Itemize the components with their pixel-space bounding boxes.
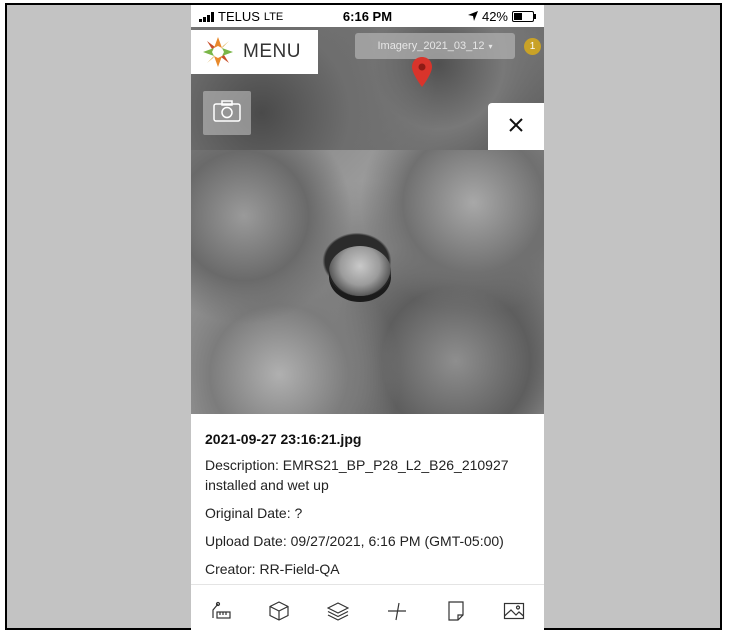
bottom-toolbar — [191, 584, 544, 635]
menu-label: MENU — [243, 41, 301, 62]
camera-icon — [213, 99, 241, 127]
sensor-cap-in-photo — [329, 246, 391, 296]
battery-percent: 42% — [481, 9, 508, 24]
measure-icon[interactable] — [209, 599, 233, 623]
photo-original-date: Original Date: ? — [205, 505, 303, 521]
layers-icon[interactable] — [326, 599, 350, 623]
photo-description: Description: EMRS21_BP_P28_L2_B26_210927… — [205, 457, 509, 493]
photo-upload-date: Upload Date: 09/27/2021, 6:16 PM (GMT-05… — [205, 533, 504, 549]
imagery-dropdown[interactable]: Imagery_2021_03_12 ▾ — [355, 33, 515, 59]
add-point-icon[interactable] — [385, 599, 409, 623]
status-bar: TELUS LTE 6:16 PM 42% — [191, 5, 544, 27]
photo-details-panel: 2021-09-27 23:16:21.jpg Description: EMR… — [191, 414, 544, 584]
photo-creator: Creator: RR-Field-QA — [205, 561, 340, 577]
notes-icon[interactable] — [444, 599, 468, 623]
3d-box-icon[interactable] — [267, 599, 291, 623]
status-right: 42% — [467, 9, 536, 24]
close-icon — [509, 117, 523, 137]
image-gallery-icon[interactable] — [502, 599, 526, 623]
photo-filename: 2021-09-27 23:16:21.jpg — [205, 431, 362, 447]
imagery-selected-value: Imagery_2021_03_12 — [377, 40, 485, 52]
location-arrow-icon — [467, 9, 478, 24]
map-pin-icon[interactable] — [412, 57, 432, 92]
map-view[interactable]: MENU Imagery_2021_03_12 ▾ 1 — [191, 27, 544, 151]
menu-button[interactable]: MENU — [191, 30, 318, 74]
chevron-down-icon: ▾ — [488, 41, 493, 51]
close-button[interactable] — [488, 103, 544, 151]
camera-button[interactable] — [203, 91, 251, 135]
notification-badge[interactable]: 1 — [524, 38, 541, 55]
attached-photo[interactable] — [191, 150, 544, 414]
battery-icon — [512, 11, 536, 22]
app-logo-icon — [201, 35, 235, 69]
phone-screen: TELUS LTE 6:16 PM 42% MENU Imagery_2021_… — [191, 5, 544, 635]
